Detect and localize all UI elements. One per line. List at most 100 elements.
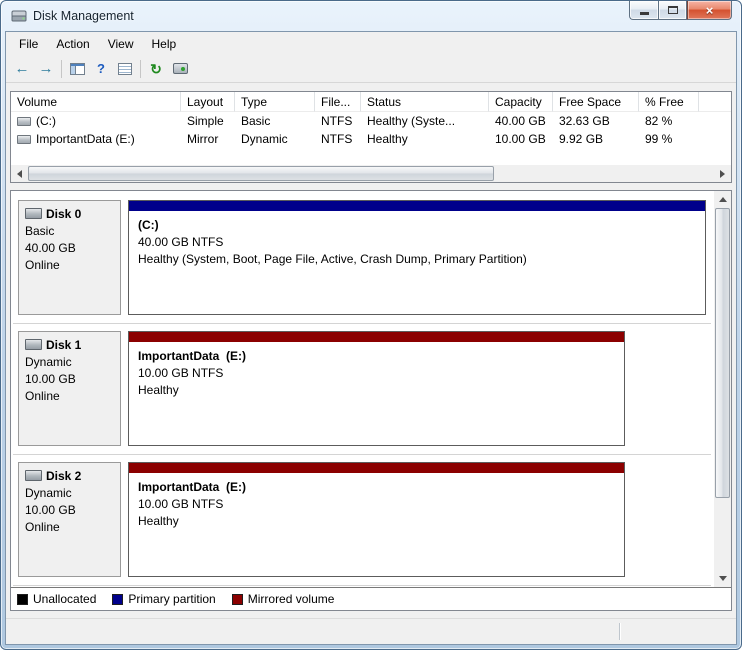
partition-color-bar	[129, 332, 625, 342]
v-scroll-track[interactable]	[714, 208, 731, 570]
column-header-percent-free[interactable]: % Free	[639, 92, 699, 112]
h-scroll-thumb[interactable]	[28, 166, 495, 181]
menu-file[interactable]: File	[10, 34, 47, 54]
refresh-button[interactable]: ↻	[144, 57, 168, 81]
properties-button[interactable]	[113, 57, 137, 81]
toolbar-separator	[61, 59, 62, 78]
close-button[interactable]: ×	[687, 1, 732, 20]
disk-icon	[25, 208, 42, 219]
scroll-right-button[interactable]	[714, 165, 731, 182]
disk-title: Disk 2	[25, 466, 114, 485]
volume-row[interactable]: ImportantData (E:) Mirror Dynamic NTFS H…	[11, 130, 731, 148]
column-header-free-space[interactable]: Free Space	[553, 92, 639, 112]
forward-icon: →	[38, 60, 54, 77]
layout-cell: Mirror	[187, 132, 219, 146]
scroll-down-button[interactable]	[714, 570, 731, 587]
disk-name: Disk 0	[46, 206, 82, 221]
disk-name: Disk 1	[46, 337, 82, 352]
minimize-icon	[639, 12, 649, 15]
partition-area: ImportantData (E:) 10.00 GB NTFS Healthy	[128, 462, 706, 577]
partition-area: ImportantData (E:) 10.00 GB NTFS Healthy	[128, 331, 706, 446]
disk-info-panel[interactable]: Disk 2 Dynamic 10.00 GB Online	[18, 462, 121, 577]
rescan-disks-button[interactable]	[168, 57, 192, 81]
statusbar	[6, 618, 736, 644]
disk-type-label: Dynamic	[25, 486, 72, 500]
menubar: File Action View Help	[6, 32, 736, 55]
properties-icon	[118, 62, 132, 75]
partition-status-label: Healthy	[138, 514, 179, 528]
toolbar-separator	[140, 59, 141, 78]
partition-box[interactable]: ImportantData (E:) 10.00 GB NTFS Healthy	[128, 331, 626, 446]
legend-label: Mirrored volume	[247, 592, 335, 606]
partition-status-label: Healthy (System, Boot, Page File, Active…	[138, 252, 527, 266]
forward-button[interactable]: →	[34, 57, 58, 81]
menu-action[interactable]: Action	[47, 34, 98, 54]
refresh-icon: ↻	[150, 60, 162, 77]
disk-size-label: 10.00 GB	[25, 372, 76, 386]
volume-name: (C:)	[36, 114, 56, 128]
partition-volume-label: (C:)	[138, 218, 159, 232]
partition-box[interactable]: (C:) 40.00 GB NTFS Healthy (System, Boot…	[128, 200, 706, 315]
back-button[interactable]: ←	[10, 57, 34, 81]
menu-help[interactable]: Help	[143, 34, 186, 54]
volume-cell: ImportantData (E:)	[11, 132, 181, 146]
disk-type-label: Dynamic	[25, 355, 72, 369]
column-header-file-system[interactable]: File...	[315, 92, 361, 112]
maximize-icon	[667, 6, 678, 14]
disk-info-panel[interactable]: Disk 0 Basic 40.00 GB Online	[18, 200, 121, 315]
horizontal-scrollbar[interactable]	[11, 165, 731, 182]
free-space-cell: 32.63 GB	[559, 114, 610, 128]
disk-icon	[25, 339, 42, 350]
partition-body: ImportantData (E:) 10.00 GB NTFS Healthy	[129, 342, 624, 404]
disk-size-label: 40.00 GB	[25, 241, 76, 255]
volume-drive-icon	[17, 134, 31, 144]
partition-area: (C:) 40.00 GB NTFS Healthy (System, Boot…	[128, 200, 706, 315]
minimize-button[interactable]	[629, 1, 658, 20]
status-cell: Healthy	[367, 132, 408, 146]
disk-name: Disk 2	[46, 468, 82, 483]
volume-cell: (C:)	[11, 114, 181, 128]
partition-box[interactable]: ImportantData (E:) 10.00 GB NTFS Healthy	[128, 462, 626, 577]
partition-status-label: Healthy	[138, 383, 179, 397]
partition-color-bar	[129, 463, 625, 473]
disk-state-label: Online	[25, 389, 60, 403]
legend-label: Unallocated	[33, 592, 97, 606]
column-header-status[interactable]: Status	[361, 92, 489, 112]
show-console-tree-button[interactable]	[65, 57, 89, 81]
volume-row[interactable]: (C:) Simple Basic NTFS Healthy (Syste...…	[11, 112, 731, 130]
partition-body: ImportantData (E:) 10.00 GB NTFS Healthy	[129, 473, 624, 535]
scroll-left-button[interactable]	[11, 165, 28, 182]
legend-item-primary-partition: Primary partition	[112, 592, 216, 606]
unallocated-swatch	[17, 593, 28, 605]
disk-list: Disk 0 Basic 40.00 GB Online (C:) 40.00 …	[11, 191, 731, 587]
free-space-cell: 9.92 GB	[559, 132, 604, 146]
toolbar: ← → ? ↻	[6, 55, 736, 83]
disk-info-panel[interactable]: Disk 1 Dynamic 10.00 GB Online	[18, 331, 121, 446]
menu-view[interactable]: View	[99, 34, 143, 54]
console-tree-icon	[69, 62, 85, 75]
disk-size-label: 10.00 GB	[25, 503, 76, 517]
scroll-left-icon	[17, 169, 22, 178]
mirrored-volume-swatch	[231, 593, 243, 605]
partition-size-label: 10.00 GB NTFS	[138, 497, 224, 511]
capacity-cell: 10.00 GB	[495, 132, 546, 146]
disk-state-label: Online	[25, 258, 60, 272]
vertical-scrollbar[interactable]	[714, 191, 731, 587]
help-button[interactable]: ?	[89, 57, 113, 81]
column-header-volume[interactable]: Volume	[11, 92, 181, 112]
disk-state-label: Online	[25, 520, 60, 534]
partition-volume-label: ImportantData (E:)	[138, 480, 246, 494]
volume-name: ImportantData (E:)	[36, 132, 135, 146]
v-scroll-thumb[interactable]	[715, 208, 730, 498]
titlebar[interactable]: Disk Management ×	[1, 1, 741, 31]
column-header-capacity[interactable]: Capacity	[489, 92, 553, 112]
maximize-button[interactable]	[658, 1, 687, 20]
client-area: File Action View Help ← → ? ↻ Volume Lay…	[5, 31, 737, 645]
scroll-up-button[interactable]	[714, 191, 731, 208]
column-header-type[interactable]: Type	[235, 92, 315, 112]
volume-table-header: Volume Layout Type File... Status Capaci…	[11, 92, 731, 112]
type-cell: Dynamic	[241, 132, 288, 146]
h-scroll-track[interactable]	[28, 165, 714, 182]
column-header-layout[interactable]: Layout	[181, 92, 235, 112]
partition-size-label: 10.00 GB NTFS	[138, 366, 224, 380]
